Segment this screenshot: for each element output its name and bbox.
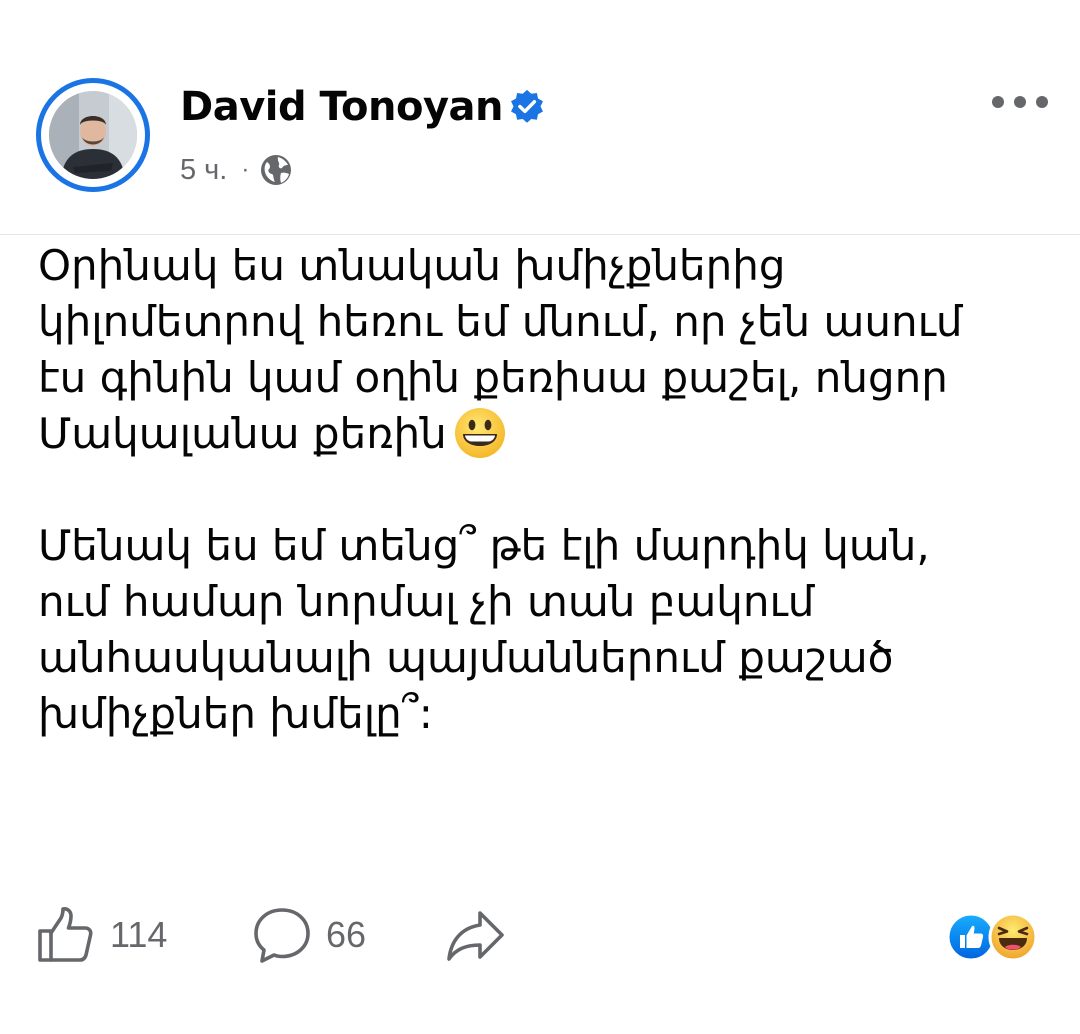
text-line: Օրինակ ես տնական խմիչքներից	[38, 241, 786, 290]
post-header: David Tonoyan 5 ч. ·	[0, 0, 1080, 235]
thumbs-up-icon	[38, 907, 93, 962]
comment-count: 66	[326, 914, 367, 955]
grinning-face-emoji	[454, 408, 505, 458]
text-line: անհասկանալի պայմաններում քաշած	[38, 633, 894, 682]
reactions-summary[interactable]	[946, 906, 1046, 962]
haha-reaction-icon	[988, 912, 1038, 962]
story-ring[interactable]	[36, 78, 150, 192]
like-button[interactable]: 114	[36, 900, 167, 970]
author-name[interactable]: David Tonoyan	[180, 80, 504, 134]
action-bar: 114 66	[0, 900, 1080, 970]
text-line: խմիչքներ խմելը՞:	[38, 689, 433, 738]
more-options-icon[interactable]	[988, 88, 1052, 116]
post-paragraph: Օրինակ ես տնական խմիչքներից կիլոմետրով հ…	[38, 238, 1048, 462]
post-meta: 5 ч. ·	[180, 150, 293, 190]
header-divider	[0, 234, 1080, 235]
post-paragraph: Մենակ ես եմ տենց՞ թե էլի մարդիկ կան, ում…	[38, 518, 1048, 742]
meta-separator: ·	[241, 156, 250, 183]
avatar-photo	[49, 91, 137, 179]
text-line: կիլոմետրով հեռու եմ մնում, որ չեն ասում	[38, 297, 963, 346]
like-count: 114	[110, 914, 168, 955]
text-line: ում համար նորմալ չի տան բակում	[38, 577, 815, 626]
share-arrow-icon	[447, 911, 504, 961]
text-line: Մակալանա քեռին	[38, 409, 447, 458]
post-text: Օրինակ ես տնական խմիչքներից կիլոմետրով հ…	[38, 238, 1048, 742]
globe-icon[interactable]	[259, 153, 293, 187]
text-line-with-emoji: Մակալանա քեռին	[38, 406, 1048, 462]
share-button[interactable]	[444, 900, 508, 970]
text-line: էս գինին կամ օղին քեռիսա քաշել, ոնցոր	[38, 353, 948, 402]
text-line: Մենակ ես եմ տենց՞ թե էլի մարդիկ կան,	[38, 521, 930, 570]
comment-bubble-icon	[254, 908, 310, 963]
post-timestamp[interactable]: 5 ч.	[180, 154, 227, 187]
verified-badge-icon	[511, 89, 543, 123]
avatar[interactable]	[49, 91, 137, 179]
comment-button[interactable]: 66	[252, 900, 366, 970]
